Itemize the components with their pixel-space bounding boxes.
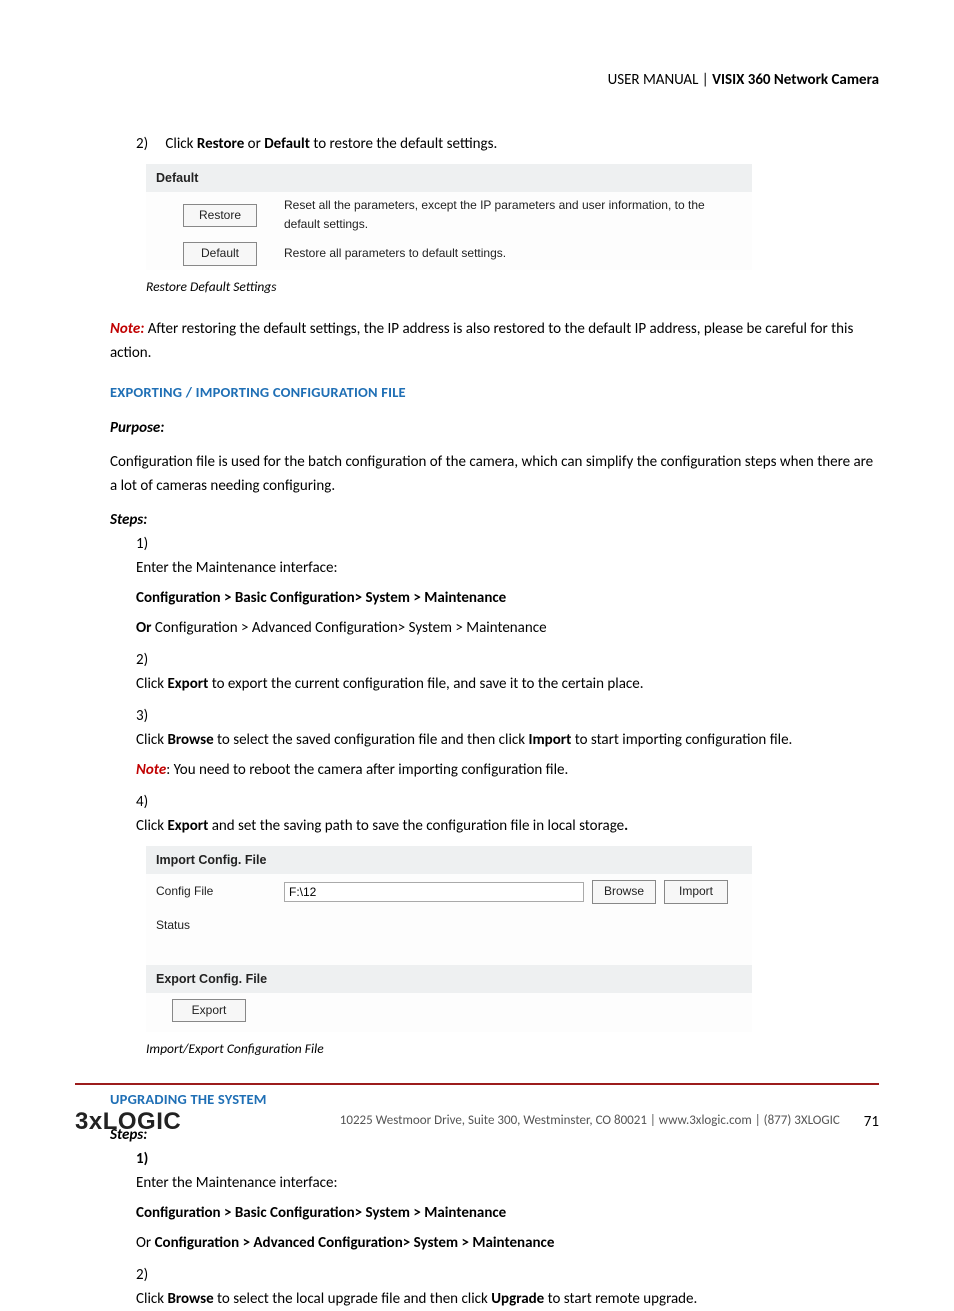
import-title: Import Config. File <box>146 846 752 874</box>
text: and set the saving path to save the conf… <box>208 817 624 835</box>
text: Click <box>136 731 167 749</box>
bold: Import <box>528 731 571 749</box>
path: Configuration > Advanced Configuration> … <box>155 1234 555 1252</box>
bold: Export <box>167 817 208 835</box>
page-header: USER MANUAL | VISIX 360 Network Camera <box>110 68 879 92</box>
text: to start importing configuration file. <box>571 731 792 749</box>
bold-dot: . <box>624 817 628 835</box>
panel-title: Default <box>146 164 752 192</box>
bold: Browse <box>167 1290 213 1308</box>
path: Configuration > Advanced Configuration> … <box>155 619 547 637</box>
status-label: Status <box>156 916 284 935</box>
footer-rule <box>75 1083 879 1085</box>
step-number: 1) <box>136 532 164 556</box>
text: to start remote upgrade. <box>544 1290 697 1308</box>
text: to select the saved configuration file a… <box>214 731 529 749</box>
page-footer: 3xLOGIC 10225 Westmoor Drive, Suite 300,… <box>75 1059 879 1141</box>
export-button[interactable]: Export <box>172 999 246 1022</box>
bold: Default <box>264 135 310 153</box>
config-file-input[interactable] <box>284 882 584 902</box>
export-row: Export <box>146 993 752 1032</box>
bold: Browse <box>167 731 213 749</box>
import-export-panel: Import Config. File Config File Browse I… <box>146 846 752 1032</box>
import-button[interactable]: Import <box>664 880 728 903</box>
header-prefix: USER MANUAL | <box>608 71 713 89</box>
text: or <box>244 135 264 153</box>
text: Click <box>165 135 196 153</box>
restore-button[interactable]: Restore <box>183 204 257 227</box>
footer-address: 10225 Westmoor Drive, Suite 300, Westmin… <box>201 1111 840 1132</box>
note-label: Note: <box>110 320 144 338</box>
text: Enter the Maintenance interface: <box>136 559 337 577</box>
section-heading-export-import: EXPORTING / IMPORTING CONFIGURATION FILE <box>110 381 879 404</box>
bold: Restore <box>197 135 244 153</box>
or-label: Or <box>136 1234 155 1252</box>
config-file-row: Config File Browse Import <box>146 874 752 909</box>
export-title: Export Config. File <box>146 965 752 993</box>
default-panel: Default Restore Reset all the parameters… <box>146 164 752 270</box>
text: Click <box>136 1290 167 1308</box>
step-number: 2) <box>136 648 164 672</box>
page-number: 71 <box>864 1110 879 1134</box>
purpose-label: Purpose: <box>110 416 879 440</box>
step-number: 1) <box>136 1147 164 1171</box>
default-desc: Restore all parameters to default settin… <box>284 244 742 263</box>
step-number: 2) <box>136 132 162 156</box>
text: Click <box>136 675 167 693</box>
logo: 3xLOGIC <box>75 1103 181 1141</box>
restore-row: Restore Reset all the parameters, except… <box>146 192 752 238</box>
text: to restore the default settings. <box>310 135 497 153</box>
bold: Export <box>167 675 208 693</box>
browse-button[interactable]: Browse <box>592 880 656 903</box>
header-title: VISIX 360 Network Camera <box>712 71 879 89</box>
path: Configuration > Basic Configuration> Sys… <box>136 1201 849 1225</box>
note-label: Note <box>136 761 166 779</box>
note-text: After restoring the default settings, th… <box>110 320 853 362</box>
step-number: 2) <box>136 1263 164 1287</box>
note-paragraph: Note: After restoring the default settin… <box>110 317 879 365</box>
default-button[interactable]: Default <box>183 242 257 265</box>
intro-step: 2) Click Restore or Default to restore t… <box>136 132 879 156</box>
purpose-text: Configuration file is used for the batch… <box>110 450 879 498</box>
figure-caption: Restore Default Settings <box>146 276 879 298</box>
restore-desc: Reset all the parameters, except the IP … <box>284 196 742 234</box>
text: to export the current configuration file… <box>208 675 643 693</box>
default-row: Default Restore all parameters to defaul… <box>146 238 752 269</box>
status-row: Status <box>146 910 752 941</box>
text: Enter the Maintenance interface: <box>136 1174 337 1192</box>
or-label: Or <box>136 619 155 637</box>
config-file-label: Config File <box>156 882 284 901</box>
steps-list-2: 1) Enter the Maintenance interface: Conf… <box>136 1147 879 1311</box>
steps-list-1: 1) Enter the Maintenance interface: Conf… <box>136 532 879 838</box>
note-text: : You need to reboot the camera after im… <box>166 761 568 779</box>
step-number: 4) <box>136 790 164 814</box>
path: Configuration > Basic Configuration> Sys… <box>136 586 849 610</box>
figure-caption: Import/Export Configuration File <box>146 1038 879 1060</box>
text: to select the local upgrade file and the… <box>214 1290 492 1308</box>
steps-label: Steps: <box>110 508 879 532</box>
text: Click <box>136 817 167 835</box>
bold: Upgrade <box>491 1290 544 1308</box>
step-number: 3) <box>136 704 164 728</box>
